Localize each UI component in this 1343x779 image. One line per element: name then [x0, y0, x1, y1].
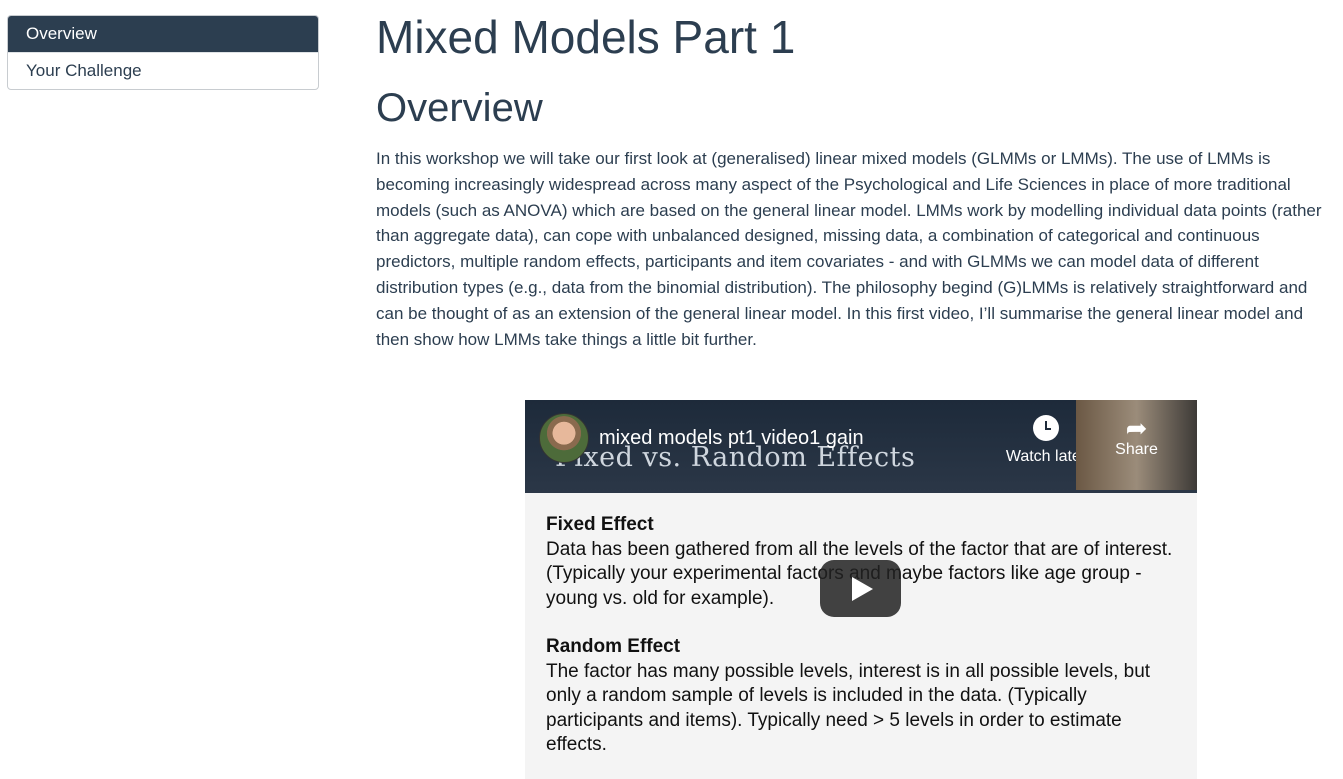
- video-embed[interactable]: Fixed vs. Random Effects mixed models pt…: [525, 400, 1197, 779]
- random-effect-heading: Random Effect: [546, 636, 681, 657]
- video-title[interactable]: mixed models pt1 video1 gain: [599, 427, 864, 450]
- slide-body: Fixed Effect Data has been gathered from…: [546, 513, 1176, 779]
- toc-item-your-challenge[interactable]: Your Challenge: [8, 52, 318, 89]
- share-button[interactable]: ➦ Share: [1076, 400, 1197, 490]
- table-of-contents: Overview Your Challenge: [7, 15, 319, 90]
- section-title: Overview: [376, 86, 543, 130]
- watch-later-label: Watch later: [1005, 448, 1087, 465]
- share-label: Share: [1115, 441, 1158, 458]
- clock-icon: [1033, 415, 1059, 441]
- intro-paragraph: In this workshop we will take our first …: [376, 149, 1322, 349]
- page-title: Mixed Models Part 1: [376, 11, 796, 63]
- channel-avatar[interactable]: [539, 413, 589, 463]
- share-arrow-icon: ➦: [1125, 413, 1148, 443]
- video-top-bar: Fixed vs. Random Effects mixed models pt…: [525, 400, 1197, 493]
- random-effect-text: The factor has many possible levels, int…: [546, 660, 1151, 756]
- fixed-effect-heading: Fixed Effect: [546, 514, 654, 535]
- toc-item-overview[interactable]: Overview: [8, 16, 318, 52]
- play-icon[interactable]: [820, 560, 901, 617]
